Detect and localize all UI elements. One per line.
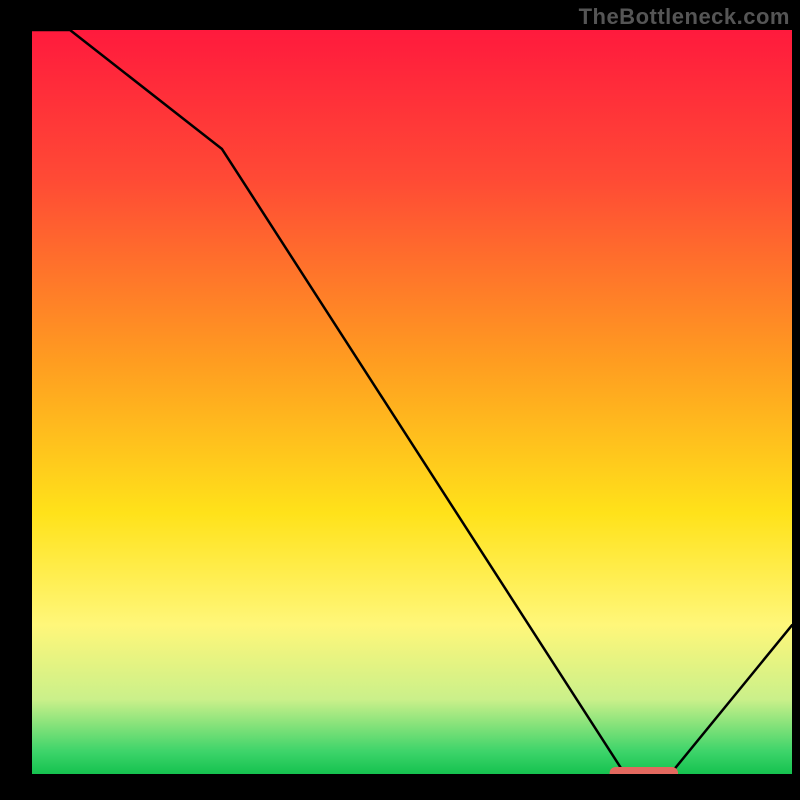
watermark-text: TheBottleneck.com <box>579 4 790 30</box>
bottleneck-chart <box>0 0 800 800</box>
axis-bottom <box>0 774 800 800</box>
plot-background <box>32 30 792 774</box>
chart-container: TheBottleneck.com <box>0 0 800 800</box>
axis-left <box>0 0 32 800</box>
